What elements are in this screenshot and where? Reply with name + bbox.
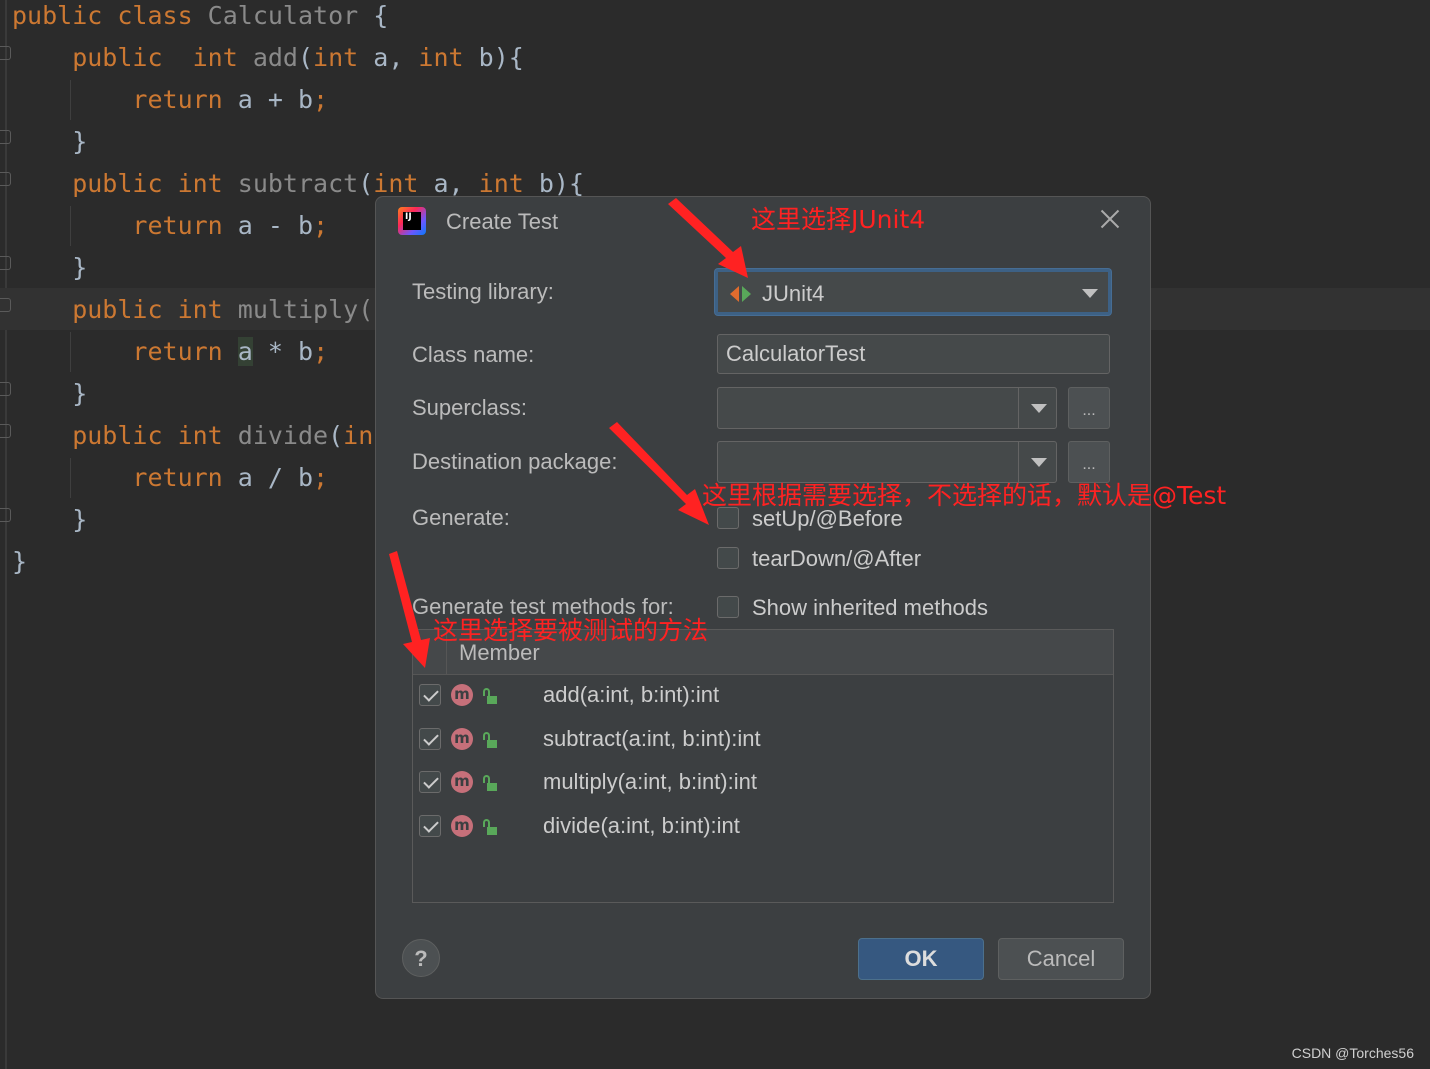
annotation-generate: 这里根据需要选择，不选择的话，默认是@Test xyxy=(702,481,1227,510)
annotation-junit: 这里选择JUnit4 xyxy=(751,205,926,234)
annotation-arrow xyxy=(609,422,709,525)
annotation-arrows xyxy=(389,198,748,668)
annotation-arrow xyxy=(668,198,748,278)
annotation-methods: 这里选择要被测试的方法 xyxy=(433,616,709,645)
watermark: CSDN @Torches56 xyxy=(1291,1045,1414,1061)
annotation-arrow xyxy=(389,551,430,668)
